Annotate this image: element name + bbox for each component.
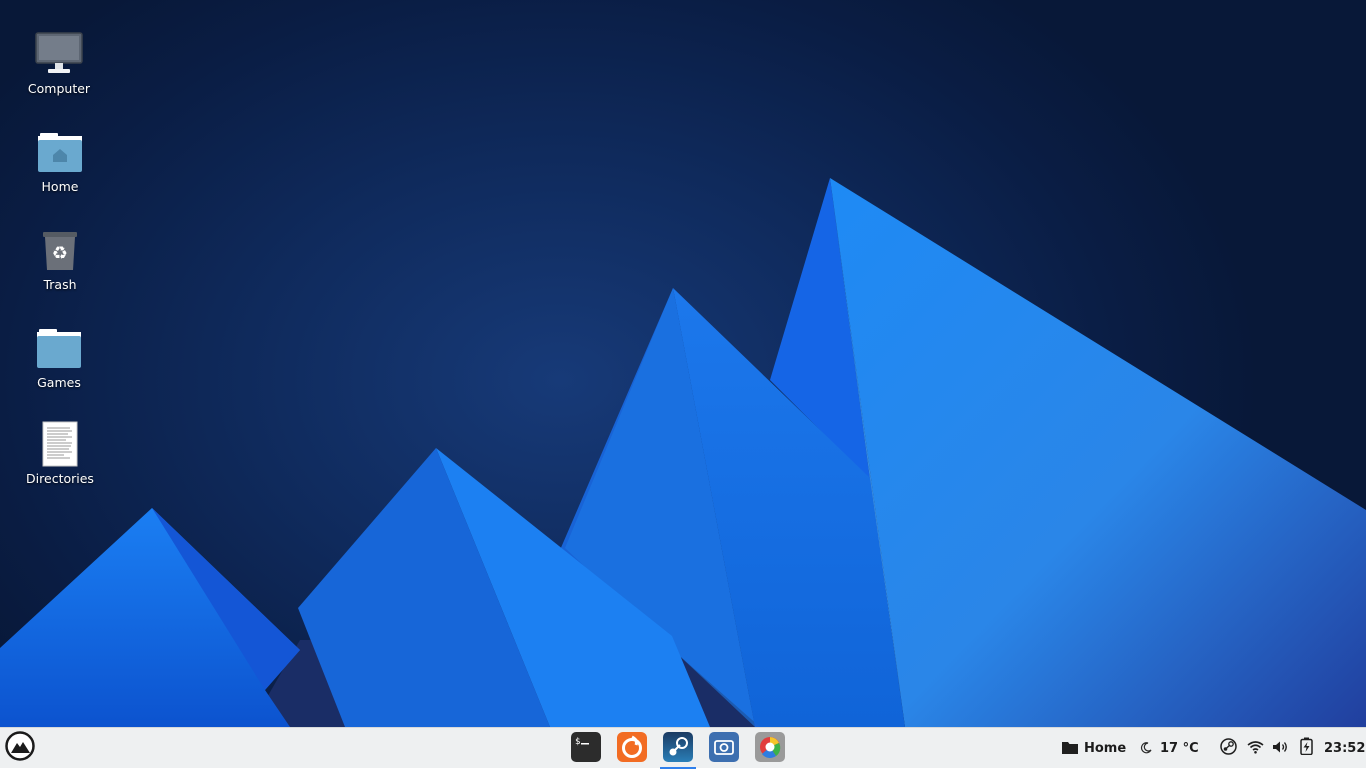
weather-temperature: 17 °C <box>1160 740 1199 756</box>
folder-icon <box>1062 739 1078 758</box>
camera-icon <box>708 731 740 767</box>
dock: $ <box>568 731 788 769</box>
battery-button[interactable] <box>1300 728 1313 768</box>
dock-app-firefox[interactable] <box>614 731 650 767</box>
moon-icon <box>1140 739 1152 758</box>
desktop-icon-label: Trash <box>43 277 77 292</box>
desktop-icon-directories[interactable]: Directories <box>12 418 108 486</box>
wallpaper <box>0 178 1366 727</box>
steam-icon <box>662 731 694 767</box>
dock-app-screenshot[interactable] <box>706 731 742 767</box>
firefox-icon <box>616 731 648 767</box>
wifi-icon <box>1247 739 1264 758</box>
desktop-icon-home[interactable]: Home <box>12 126 108 194</box>
desktop-icon-label: Games <box>37 375 81 390</box>
start-menu-button[interactable] <box>4 731 36 765</box>
places-label: Home <box>1084 740 1127 756</box>
battery-icon <box>1300 737 1313 759</box>
weather-indicator[interactable]: 17 °C <box>1140 728 1199 768</box>
terminal-icon: $ <box>570 731 602 767</box>
taskbar: $ Home 17 °C 23:52 <box>0 727 1366 769</box>
clock-time: 23:52 <box>1324 740 1366 756</box>
dock-app-terminal[interactable]: $ <box>568 731 604 767</box>
steam-tray-button[interactable] <box>1220 728 1237 768</box>
clock-button[interactable]: 23:52 <box>1324 728 1365 768</box>
places-button[interactable]: Home <box>1062 728 1126 768</box>
trash-icon: ♻ <box>34 224 86 276</box>
desktop-icon-label: Home <box>41 179 79 194</box>
desktop-icon-computer[interactable]: Computer <box>11 28 107 96</box>
desktop-icon-label: Directories <box>26 471 94 486</box>
svg-text:♻: ♻ <box>52 243 68 264</box>
mountain-logo-icon <box>5 731 35 765</box>
dock-app-color-picker[interactable] <box>752 731 788 767</box>
system-tray: Home 17 °C 23:52 <box>1046 728 1366 768</box>
folder-icon <box>33 322 85 374</box>
network-button[interactable] <box>1247 728 1264 768</box>
svg-text:$: $ <box>575 737 580 747</box>
home-folder-icon <box>34 126 86 178</box>
desktop[interactable]: Computer Home ♻ Trash Games Directories <box>0 0 1366 727</box>
text-document-icon <box>34 418 86 470</box>
steam-tray-icon <box>1220 737 1237 759</box>
desktop-icon-label: Computer <box>27 81 91 96</box>
color-wheel-icon <box>754 731 786 767</box>
desktop-icon-games[interactable]: Games <box>11 322 107 390</box>
computer-icon <box>33 28 85 80</box>
volume-button[interactable] <box>1272 728 1289 768</box>
volume-icon <box>1272 739 1289 758</box>
dock-app-steam[interactable] <box>660 731 696 769</box>
desktop-icon-trash[interactable]: ♻ Trash <box>12 224 108 292</box>
